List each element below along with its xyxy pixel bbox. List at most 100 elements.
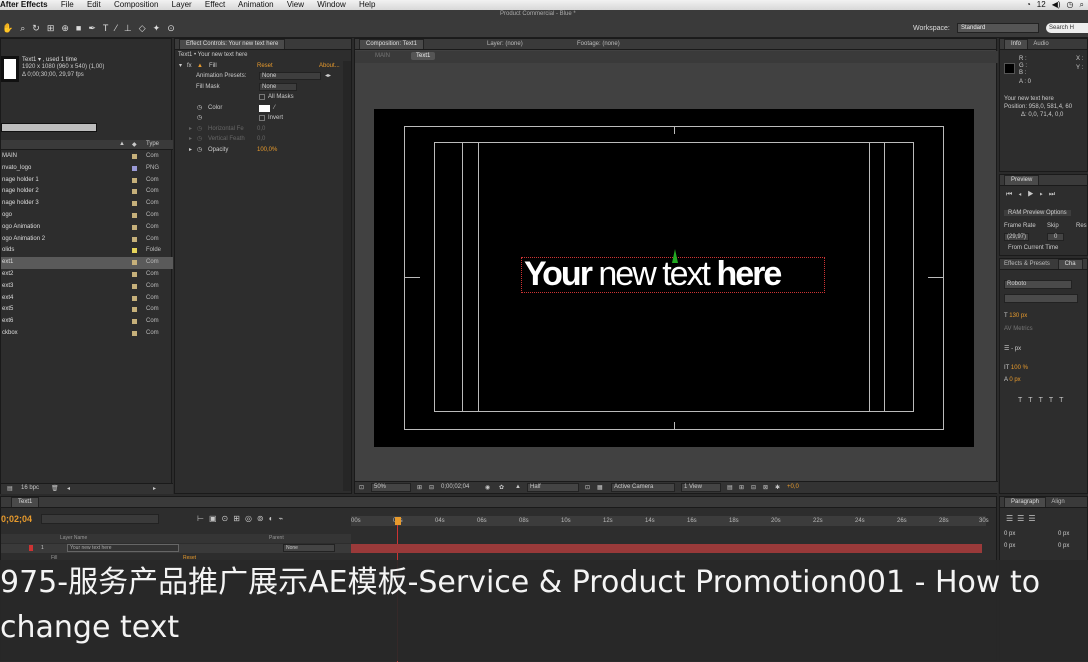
tab-preview[interactable]: Preview [1004, 175, 1040, 185]
region-of-interest-icon[interactable]: ⊡ [585, 484, 590, 491]
space-before-value[interactable]: 0 px [1058, 543, 1069, 549]
snapshot-icon[interactable]: ◉ [485, 484, 490, 491]
menu-file[interactable]: File [61, 0, 74, 9]
axis-icon[interactable]: ⊙ [167, 23, 175, 34]
rect-tool-icon[interactable]: ■ [76, 23, 81, 34]
color-swatch[interactable] [259, 104, 270, 112]
stamp-tool-icon[interactable]: ⊥ [124, 23, 132, 34]
volume-icon[interactable]: ◀) [1052, 0, 1061, 10]
wifi-icon[interactable]: ◔ [1026, 0, 1031, 10]
region-icon[interactable]: ⊞ [417, 484, 422, 491]
current-time-indicator[interactable] [395, 517, 401, 525]
stopwatch-icon[interactable]: ◷ [197, 124, 202, 135]
list-item-selected[interactable]: ext1 Com [1, 257, 173, 269]
faux-italic-icon[interactable]: T [1028, 397, 1038, 404]
fill-effect-row[interactable]: ▾ fx ▲ Fill Reset About... [175, 61, 351, 72]
scroll-left-icon[interactable]: ◂ [67, 485, 70, 492]
from-current-time-checkbox[interactable]: From Current Time [1008, 245, 1058, 251]
menu-effect[interactable]: Effect [205, 0, 225, 9]
pixel-aspect-icon[interactable]: ▤ [727, 484, 733, 491]
next-frame-icon[interactable]: ▸ [1040, 191, 1049, 198]
timeline-current-time[interactable]: 0;02;04 [1, 514, 32, 524]
layer-duration-bar[interactable] [351, 544, 982, 553]
anchor-y-axis-icon[interactable] [672, 249, 678, 263]
brainstorm-icon[interactable]: ⊚ [257, 514, 269, 523]
list-item[interactable]: ext3 Com [1, 281, 173, 293]
layer-name-column[interactable]: Layer Name [60, 535, 87, 541]
fill-mask-select[interactable]: None [259, 82, 297, 91]
type-tool-icon[interactable]: T [103, 23, 109, 34]
menu-layer[interactable]: Layer [172, 0, 192, 9]
auto-keyframe-icon[interactable]: ⌁ [278, 514, 288, 523]
ram-preview-options[interactable]: RAM Preview Options [1004, 210, 1071, 216]
draft-3d-icon[interactable]: ▣ [209, 514, 222, 523]
view-layout-select[interactable]: 1 View [681, 483, 721, 492]
stopwatch-icon[interactable]: ◷ [197, 103, 202, 114]
flowchart-icon[interactable]: ⊠ [763, 484, 768, 491]
list-item[interactable]: nage holder 2 Com [1, 186, 173, 198]
spotlight-icon[interactable]: ⌕ [1080, 0, 1084, 10]
disclosure-closed-icon[interactable]: ▸ [189, 124, 192, 135]
color-channel-icon[interactable]: ▲ [515, 484, 521, 490]
menu-edit[interactable]: Edit [87, 0, 101, 9]
list-item[interactable]: ext5 Com [1, 304, 173, 316]
indent-left-value[interactable]: 0 px [1004, 531, 1015, 537]
motion-blur-icon[interactable]: ◎ [245, 514, 257, 523]
menu-window[interactable]: Window [317, 0, 345, 9]
trash-icon[interactable]: 🗑 [51, 485, 59, 492]
font-style-select[interactable] [1004, 294, 1078, 303]
fast-preview-icon[interactable]: ⊞ [739, 484, 744, 491]
list-item[interactable]: MAIN Com [1, 151, 173, 163]
disclosure-closed-icon[interactable]: ▸ [189, 134, 192, 145]
parent-select[interactable]: None [283, 544, 335, 552]
stopwatch-icon[interactable]: ◷ [197, 134, 202, 145]
frame-rate-select[interactable]: (29,97) [1004, 233, 1030, 241]
breadcrumb-main[interactable]: MAIN [375, 53, 390, 59]
tab-paragraph[interactable]: Paragraph [1004, 497, 1047, 507]
project-search-input[interactable] [1, 123, 97, 132]
tab-timeline-text1[interactable]: Text1 [11, 497, 40, 507]
list-item[interactable]: olids Folde [1, 245, 173, 257]
align-right-icon[interactable]: ☰ [1028, 514, 1039, 523]
layer-name-field[interactable]: Your new text here [67, 544, 179, 552]
list-item[interactable]: ext2 Com [1, 269, 173, 281]
tab-effects-presets[interactable]: Effects & Presets [1004, 261, 1050, 267]
menu-help[interactable]: Help [359, 0, 375, 9]
small-caps-icon[interactable]: T [1059, 397, 1069, 404]
list-item[interactable]: ogo Animation 2 Com [1, 234, 173, 246]
menu-animation[interactable]: Animation [238, 0, 274, 9]
show-channel-icon[interactable]: ✿ [499, 484, 504, 491]
tab-effect-controls[interactable]: Effect Controls: Your new text here [179, 39, 286, 49]
opacity-value[interactable]: 100,0% [257, 145, 277, 156]
bpc-button[interactable]: 16 bpc [21, 485, 39, 491]
layer-label-color[interactable] [29, 545, 33, 551]
vertical-scale-value[interactable]: 100 % [1011, 365, 1028, 371]
timeline-search-input[interactable] [41, 514, 159, 524]
zoom-select[interactable]: 50% [371, 483, 411, 492]
current-time[interactable]: 0;00;02;04 [441, 484, 469, 490]
tab-composition[interactable]: Composition: Text1 [359, 39, 424, 49]
menu-composition[interactable]: Composition [114, 0, 158, 9]
parent-column[interactable]: Parent [269, 535, 284, 541]
hand-tool-icon[interactable]: ✋ [2, 23, 13, 34]
brush-tool-icon[interactable]: ⁄ [115, 23, 117, 34]
baseline-shift-value[interactable]: 0 px [1009, 377, 1020, 383]
h-feather-value[interactable]: 0,0 [257, 124, 265, 135]
list-item[interactable]: nvato_logo PNG [1, 163, 173, 175]
camera-select[interactable]: Active Camera [611, 483, 675, 492]
list-item[interactable]: ogo Animation Com [1, 222, 173, 234]
hide-shy-icon[interactable]: ⊙ [222, 514, 234, 523]
indent-right-value[interactable]: 0 px [1058, 531, 1069, 537]
clock-icon[interactable]: ◷ [1067, 0, 1074, 10]
last-frame-icon[interactable]: ⏭ [1049, 191, 1061, 198]
list-item[interactable]: ext4 Com [1, 293, 173, 305]
menu-view[interactable]: View [287, 0, 304, 9]
invert-checkbox[interactable] [259, 115, 265, 121]
align-center-icon[interactable]: ☰ [1017, 514, 1028, 523]
app-menu[interactable]: After Effects [0, 0, 48, 9]
leading-value[interactable]: - px [1011, 346, 1021, 352]
skip-input[interactable]: 0 [1047, 233, 1065, 241]
list-item[interactable]: ckbox Com [1, 328, 173, 340]
faux-bold-icon[interactable]: T [1018, 397, 1028, 404]
timeline-icon[interactable]: ⊟ [751, 484, 756, 491]
